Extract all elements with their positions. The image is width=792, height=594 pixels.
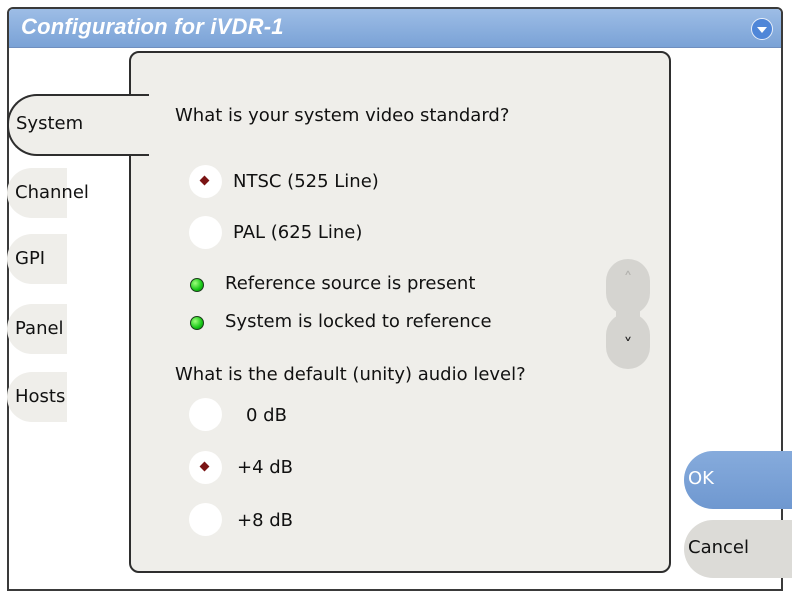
tab-channel[interactable]: Channel (7, 168, 89, 218)
audio-4db-radio[interactable] (189, 451, 222, 484)
tab-gpi[interactable]: GPI (7, 234, 67, 284)
tab-gpi-label: GPI (15, 248, 46, 269)
tab-panel-label: Panel (15, 318, 64, 339)
scroll-down-button[interactable]: ˅ (606, 313, 650, 369)
tab-panel[interactable]: Panel (7, 304, 67, 354)
tab-channel-label: Channel (15, 182, 89, 203)
pal-label[interactable]: PAL (625 Line) (233, 222, 362, 243)
title-bar: Configuration for iVDR-1 (9, 9, 781, 48)
tab-hosts-label: Hosts (15, 386, 66, 407)
locked-to-reference-label: System is locked to reference (225, 311, 492, 332)
ntsc-radio[interactable] (189, 165, 222, 198)
audio-8db-label[interactable]: +8 dB (237, 510, 293, 531)
window-menu-chevron-icon[interactable] (751, 18, 773, 40)
chevron-up-icon: ˄ (623, 269, 633, 290)
ntsc-label[interactable]: NTSC (525 Line) (233, 171, 379, 192)
cancel-button[interactable]: Cancel (684, 520, 792, 578)
audio-8db-radio[interactable] (189, 503, 222, 536)
pal-radio[interactable] (189, 216, 222, 249)
tab-system-label: System (16, 113, 84, 134)
audio-level-question: What is the default (unity) audio level? (175, 364, 526, 385)
tab-system[interactable]: System (7, 94, 149, 156)
locked-to-reference-led-icon (190, 316, 204, 330)
chevron-down-icon: ˅ (623, 335, 633, 356)
reference-present-led-icon (190, 278, 204, 292)
reference-present-label: Reference source is present (225, 273, 476, 294)
video-standard-question: What is your system video standard? (175, 105, 510, 126)
cancel-button-label: Cancel (688, 537, 749, 558)
scroll-control: ˄ ˅ (606, 259, 650, 369)
ok-button-label: OK (688, 468, 714, 489)
audio-0db-label[interactable]: 0 dB (246, 405, 287, 426)
ok-button[interactable]: OK (684, 451, 792, 509)
tab-hosts[interactable]: Hosts (7, 372, 67, 422)
window-title: Configuration for iVDR-1 (21, 14, 284, 39)
audio-4db-label[interactable]: +4 dB (237, 457, 293, 478)
audio-0db-radio[interactable] (189, 398, 222, 431)
